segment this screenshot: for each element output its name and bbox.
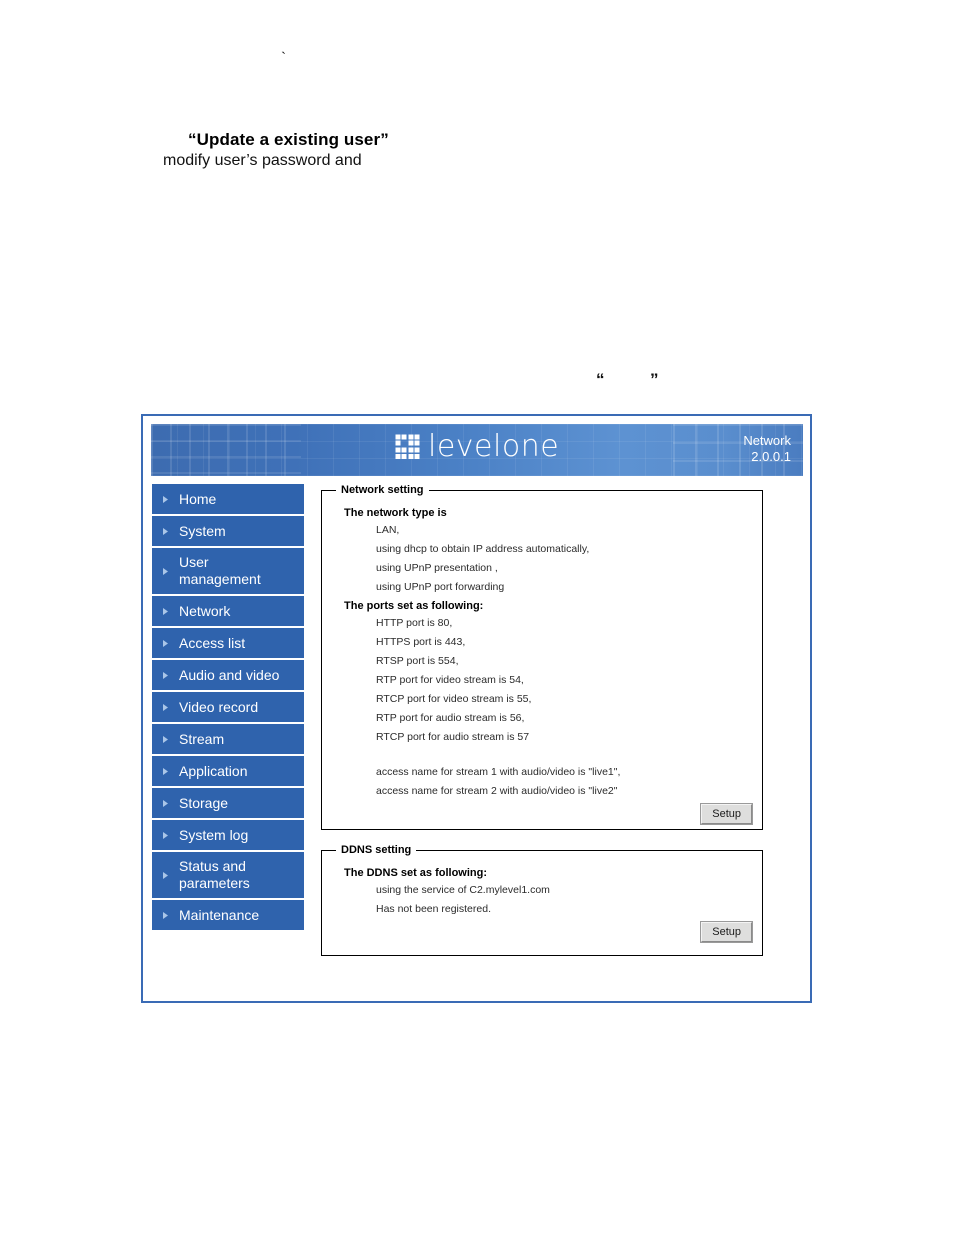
app-banner: levelone Network 2.0.0.1 [151, 424, 803, 476]
network-type-line: using UPnP port forwarding [376, 581, 505, 593]
ddns-heading: The DDNS set as following: [344, 867, 488, 879]
chevron-right-icon [160, 607, 170, 615]
port-line: RTP port for video stream is 54, [376, 674, 524, 686]
ports-heading: The ports set as following: [344, 600, 484, 612]
sidebar-item-label: User management [179, 554, 261, 587]
chevron-right-icon [160, 911, 170, 919]
access-name-line: access name for stream 1 with audio/vide… [376, 766, 621, 778]
levelone-grid-logo-icon [395, 434, 420, 459]
sidebar-item-home[interactable]: Home [152, 484, 304, 516]
chevron-right-icon [160, 703, 170, 711]
network-type-line: using dhcp to obtain IP address automati… [376, 543, 590, 555]
network-setting-legend: Network setting [341, 484, 424, 496]
sidebar-item-label: System log [179, 826, 249, 843]
sidebar-nav: Home System User management Network Acce… [152, 484, 304, 932]
port-line: RTP port for audio stream is 56, [376, 712, 525, 724]
chevron-right-icon [160, 735, 170, 743]
stray-open-quote: “ [596, 370, 605, 389]
port-line: HTTP port is 80, [376, 617, 453, 629]
sidebar-item-access-list[interactable]: Access list [152, 628, 304, 660]
sidebar-item-label: Maintenance [179, 906, 260, 923]
sidebar-item-maintenance[interactable]: Maintenance [152, 900, 304, 932]
sidebar-item-system-log[interactable]: System log [152, 820, 304, 852]
sidebar-item-application[interactable]: Application [152, 756, 304, 788]
stray-close-quote: ” [650, 370, 659, 389]
port-line: RTCP port for audio stream is 57 [376, 731, 530, 743]
port-line: RTCP port for video stream is 55, [376, 693, 532, 705]
camera-web-ui-frame: levelone Network 2.0.0.1 Home System Use… [141, 414, 812, 1003]
sidebar-item-label: Storage [179, 794, 229, 811]
chevron-right-icon [160, 799, 170, 807]
ddns-line: Has not been registered. [376, 903, 491, 915]
sidebar-item-label: Access list [179, 634, 246, 651]
ddns-setting-legend: DDNS setting [341, 844, 412, 856]
port-line: RTSP port is 554, [376, 655, 459, 667]
sidebar-item-label: Stream [179, 730, 225, 747]
access-name-line: access name for stream 2 with audio/vide… [376, 785, 618, 797]
chevron-right-icon [160, 567, 170, 575]
network-type-line: using UPnP presentation , [376, 562, 498, 574]
banner-title-block: Network 2.0.0.1 [743, 433, 791, 465]
sidebar-item-system[interactable]: System [152, 516, 304, 548]
stray-tick-mark: ` [281, 50, 286, 66]
sidebar-item-user-management[interactable]: User management [152, 548, 304, 596]
ddns-setup-button[interactable]: Setup [700, 921, 753, 943]
chevron-right-icon [160, 527, 170, 535]
chevron-right-icon [160, 671, 170, 679]
ddns-setup-row: Setup [332, 921, 753, 943]
sidebar-item-status-and-parameters[interactable]: Status and parameters [152, 852, 304, 900]
sidebar-item-network[interactable]: Network [152, 596, 304, 628]
chevron-right-icon [160, 495, 170, 503]
network-type-heading: The network type is [344, 507, 447, 519]
banner-texture-left [151, 424, 301, 476]
chevron-right-icon [160, 767, 170, 775]
sidebar-item-label: Home [179, 490, 217, 507]
chevron-right-icon [160, 639, 170, 647]
sidebar-item-stream[interactable]: Stream [152, 724, 304, 756]
chevron-right-icon [160, 871, 170, 879]
sidebar-item-label: Audio and video [179, 666, 280, 683]
sidebar-item-video-record[interactable]: Video record [152, 692, 304, 724]
banner-page-title: Network [743, 433, 791, 448]
main-content: Network setting The network type is LAN,… [321, 484, 763, 970]
port-line: HTTPS port is 443, [376, 636, 466, 648]
page-subtext: modify user’s password and [163, 152, 362, 169]
sidebar-item-label: Application [179, 762, 248, 779]
brand-logo: levelone [395, 432, 559, 462]
sidebar-item-audio-and-video[interactable]: Audio and video [152, 660, 304, 692]
panel-spacer [332, 750, 752, 766]
sidebar-item-storage[interactable]: Storage [152, 788, 304, 820]
sidebar-item-label: System [179, 522, 226, 539]
sidebar-item-label: Network [179, 602, 231, 619]
network-setup-button[interactable]: Setup [700, 803, 753, 825]
ddns-line: using the service of C2.mylevel1.com [376, 884, 550, 896]
sidebar-item-label: Status and parameters [179, 858, 250, 891]
sidebar-item-label: Video record [179, 698, 259, 715]
network-setup-row: Setup [332, 803, 753, 825]
network-type-line: LAN, [376, 524, 400, 536]
brand-name: levelone [428, 429, 560, 464]
banner-version: 2.0.0.1 [751, 449, 791, 464]
page-heading: “Update a existing user” [188, 130, 389, 149]
ddns-setting-panel: DDNS setting The DDNS set as following: … [321, 844, 763, 956]
network-setting-panel: Network setting The network type is LAN,… [321, 484, 763, 830]
chevron-right-icon [160, 831, 170, 839]
